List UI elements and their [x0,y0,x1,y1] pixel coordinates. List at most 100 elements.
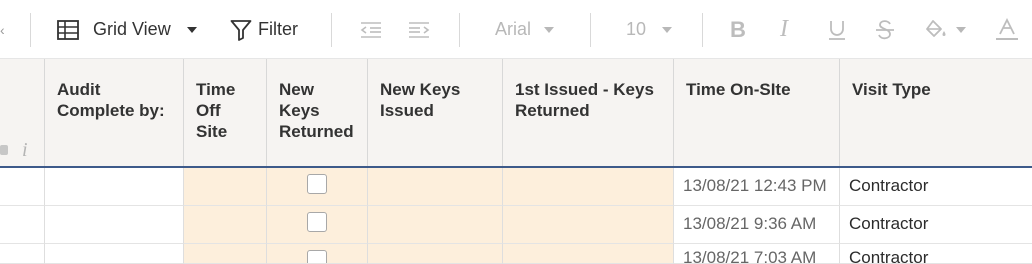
time-on-site-cell[interactable]: 13/08/21 7:03 AM [674,244,840,264]
strikethrough-icon [875,19,895,41]
new-keys-returned-cell[interactable] [267,244,368,264]
header-line: New [279,80,314,99]
bold-button[interactable]: B [730,0,752,59]
new-keys-returned-checkbox[interactable] [307,174,327,194]
row-number-cell[interactable] [0,206,45,244]
column-header-label: New Keys Returned [279,79,354,142]
column-header-label: Audit Complete by: [57,79,165,121]
time-off-site-cell[interactable] [184,206,267,244]
time-on-site-cell[interactable]: 13/08/21 9:36 AM [674,206,840,244]
row-header-column: i [0,59,45,166]
visit-type-cell[interactable]: Contractor [840,244,1032,264]
column-header-time-on-site[interactable]: Time On-SIte [674,59,840,166]
row-number-cell[interactable] [0,168,45,206]
left-edge-arrow: ‹ [0,21,5,38]
visit-type-cell[interactable]: Contractor [840,168,1032,206]
toolbar-separator [331,13,332,47]
chevron-down-icon [662,26,673,33]
toolbar-separator [590,13,591,47]
header-line: 1st Issued - Keys [515,80,654,99]
1st-issued-keys-returned-cell[interactable] [503,168,674,206]
indent-button[interactable] [408,0,432,59]
time-off-site-cell[interactable] [184,168,267,206]
chevron-down-icon [186,26,197,33]
toolbar-separator [30,13,31,47]
header-line: Off [196,101,221,120]
time-on-site-cell[interactable]: 13/08/21 12:43 PM [674,168,840,206]
column-header-label: New Keys Issued [380,79,460,121]
header-line: Returned [279,122,354,141]
column-header-new-keys-issued[interactable]: New Keys Issued [368,59,503,166]
strikethrough-button[interactable] [875,0,895,59]
italic-button[interactable]: I [780,0,798,59]
header-line: Keys [279,101,320,120]
new-keys-returned-checkbox[interactable] [307,212,327,232]
column-header-audit-complete-by[interactable]: Audit Complete by: [45,59,184,166]
visit-type-value: Contractor [849,214,929,233]
time-on-site-value: 13/08/21 12:43 PM [683,176,827,195]
lock-icon [0,145,8,155]
header-line: Visit Type [852,80,931,99]
time-on-site-value: 13/08/21 9:36 AM [683,214,817,233]
fill-color-button[interactable] [924,0,974,59]
header-line: Audit [57,80,101,99]
chevron-down-icon [544,26,555,33]
new-keys-returned-cell[interactable] [267,168,368,206]
toolbar: ‹ Grid View Filter Arial 10 B I [0,0,1032,59]
1st-issued-keys-returned-cell[interactable] [503,244,674,264]
column-header-label: Time Off Site [196,79,235,142]
audit-complete-by-cell[interactable] [45,206,184,244]
text-color-button[interactable] [995,0,1021,59]
new-keys-returned-cell[interactable] [267,206,368,244]
column-header-label: Visit Type [852,79,931,100]
outdent-icon [360,21,382,39]
1st-issued-keys-returned-cell[interactable] [503,206,674,244]
font-family-value: Arial [495,19,532,39]
visit-type-value: Contractor [849,248,929,264]
header-line: Issued [380,101,434,120]
column-header-new-keys-returned[interactable]: New Keys Returned [267,59,368,166]
header-line: Complete by: [57,101,165,120]
chevron-down-icon [956,26,966,33]
visit-type-cell[interactable]: Contractor [840,206,1032,244]
bold-icon: B [730,16,746,42]
filter-button[interactable]: Filter [230,0,310,59]
new-keys-issued-cell[interactable] [368,244,503,264]
underline-button[interactable] [827,0,847,59]
info-icon: i [22,139,28,161]
view-label: Grid View [93,19,171,39]
time-on-site-value: 13/08/21 7:03 AM [683,248,817,264]
new-keys-issued-cell[interactable] [368,206,503,244]
column-header-1st-issued-keys-returned[interactable]: 1st Issued - Keys Returned [503,59,674,166]
grid-view-button[interactable]: Grid View [56,0,206,59]
column-header-label: Time On-SIte [686,79,791,100]
audit-complete-by-cell[interactable] [45,168,184,206]
data-grid: i Audit Complete by: Time Off Site New K… [0,59,1032,264]
font-family-select[interactable]: Arial [495,0,565,59]
column-header-time-off-site[interactable]: Time Off Site [184,59,267,166]
font-size-value: 10 [626,19,647,39]
new-keys-returned-checkbox[interactable] [307,250,327,263]
italic-icon: I [780,16,788,42]
underline-icon [827,19,847,41]
new-keys-issued-cell[interactable] [368,168,503,206]
grid-icon [56,18,80,42]
toolbar-separator [702,13,703,47]
outdent-button[interactable] [360,0,384,59]
column-header-visit-type[interactable]: Visit Type [840,59,1032,166]
header-line: Site [196,122,228,141]
audit-complete-by-cell[interactable] [45,244,184,264]
visit-type-value: Contractor [849,176,929,195]
filter-label: Filter [258,19,298,39]
header-line: Returned [515,101,590,120]
filter-icon [230,18,252,42]
header-line: Time [196,80,236,99]
row-number-cell[interactable] [0,244,45,264]
text-color-icon [995,17,1019,42]
header-line: Time On-SIte [686,80,791,99]
header-line: New Keys [380,80,461,99]
fill-color-icon [924,19,948,41]
time-off-site-cell[interactable] [184,244,267,264]
indent-icon [408,21,430,39]
font-size-select[interactable]: 10 [626,0,676,59]
